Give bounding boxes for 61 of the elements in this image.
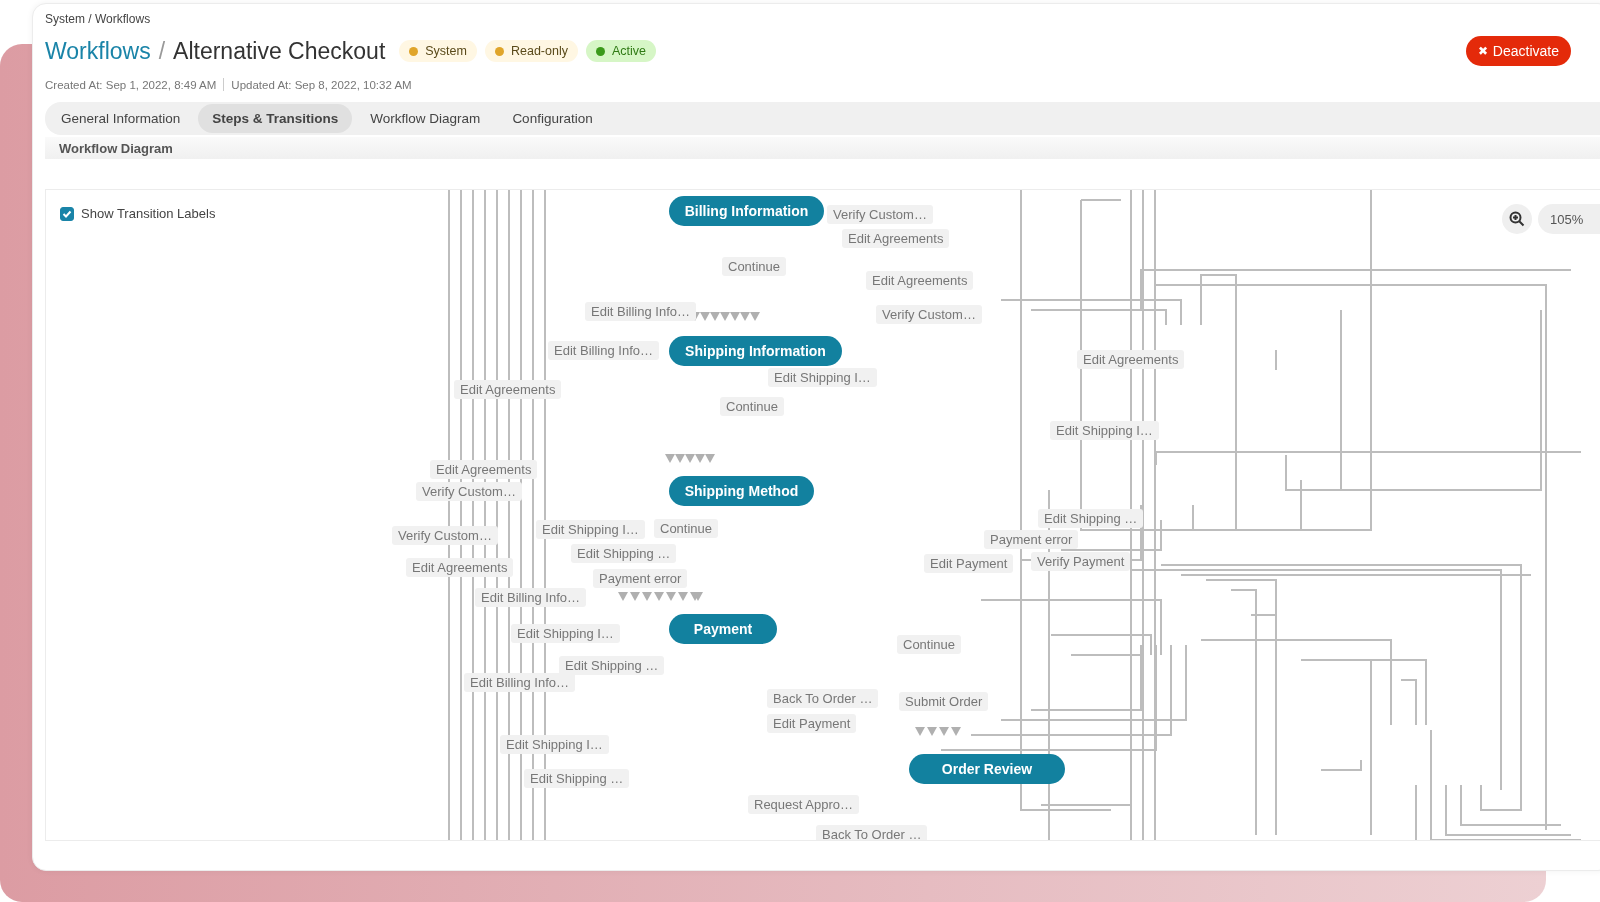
transition-label: Continue [720, 397, 785, 416]
workflow-step-node[interactable]: Payment [669, 614, 777, 644]
transition-label: Edit Shipping … [559, 656, 665, 675]
tab[interactable]: General Information [47, 104, 195, 133]
transition-label: Verify Payment [1031, 552, 1131, 571]
workflow-step-node[interactable]: Billing Information [669, 196, 824, 226]
transition-label: Edit Agreements [866, 271, 974, 290]
transition-label: Continue [654, 519, 719, 538]
transition-label: Edit Agreements [454, 380, 562, 399]
transition-label: Edit Shipping I… [500, 735, 609, 754]
zoom-in-icon [1509, 211, 1525, 227]
transition-label: Edit Agreements [1077, 350, 1185, 369]
title-separator: / [158, 37, 166, 65]
transition-label: Edit Shipping I… [768, 368, 877, 387]
transition-label: Request Appro… [748, 795, 859, 814]
title-link[interactable]: Workflows [45, 37, 151, 65]
badge-label: Read-only [510, 44, 568, 58]
transition-label: Payment error [984, 530, 1079, 549]
page-title: Alternative Checkout [173, 37, 386, 65]
zoom-select[interactable]: 105% [1538, 204, 1600, 234]
transition-label: Edit Billing Info… [475, 588, 586, 607]
transition-label: Edit Billing Info… [548, 341, 659, 360]
transition-label: Continue [722, 257, 787, 276]
transition-label: Edit Payment [767, 714, 857, 733]
transition-label: Edit Shipping … [571, 544, 677, 563]
transition-label: Verify Custom… [416, 482, 522, 501]
transition-label: Edit Shipping I… [1050, 421, 1159, 440]
transition-label: Submit Order [899, 692, 989, 711]
transition-label: Back To Order … [816, 825, 928, 840]
transition-label: Edit Agreements [842, 229, 950, 248]
transition-label: Payment error [593, 569, 688, 588]
transition-label: Edit Shipping I… [511, 624, 620, 643]
transition-label: Verify Custom… [392, 526, 498, 545]
section-title: Workflow Diagram [59, 140, 173, 156]
transition-label: Continue [897, 635, 962, 654]
transition-label: Edit Billing Info… [464, 673, 575, 692]
transition-label: Verify Custom… [827, 205, 933, 224]
transition-label: Edit Billing Info… [585, 302, 696, 321]
created-date: Created At: Sep 1, 2022, 8:49 AM [45, 78, 217, 91]
workflow-step-node[interactable]: Shipping Information [669, 336, 842, 366]
breadcrumb: System / Workflows [45, 12, 151, 26]
badge-label: Active [611, 44, 646, 58]
tab[interactable]: Configuration [498, 104, 607, 133]
badge-label: System [425, 44, 467, 58]
transition-label: Edit Payment [924, 554, 1014, 573]
transition-label: Back To Order … [767, 689, 879, 708]
transition-label: Edit Agreements [406, 558, 514, 577]
transition-label: Edit Shipping … [524, 769, 630, 788]
tab[interactable]: Workflow Diagram [356, 104, 495, 133]
transition-label: Edit Shipping I… [536, 520, 645, 539]
workflow-step-node[interactable]: Shipping Method [669, 476, 814, 506]
tab[interactable]: Steps & Transitions [198, 104, 353, 133]
transition-label: Edit Shipping … [1038, 509, 1144, 528]
zoom-in-button[interactable] [1502, 204, 1532, 234]
updated-date: Updated At: Sep 8, 2022, 10:32 AM [231, 78, 412, 91]
check-icon [62, 208, 72, 219]
transition-label: Edit Agreements [430, 460, 538, 479]
checkbox[interactable] [60, 206, 74, 221]
workflow-step-node[interactable]: Order Review [909, 754, 1065, 784]
transition-label: Verify Custom… [876, 305, 982, 324]
deactivate-button[interactable]: ✖ Deactivate [1465, 36, 1571, 66]
